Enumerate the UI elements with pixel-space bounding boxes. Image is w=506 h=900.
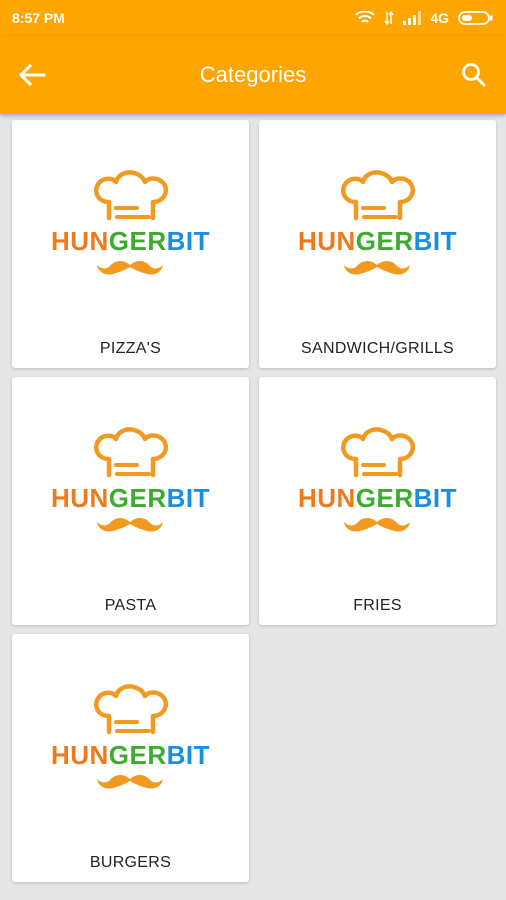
mustache-icon xyxy=(344,260,411,275)
category-label: PASTA xyxy=(104,597,157,614)
category-label: SANDWICH/GRILLS xyxy=(301,340,454,357)
chef-hat-icon xyxy=(94,427,169,478)
mustache-icon xyxy=(97,517,164,532)
category-grid: HUNGERBIT PIZZA'S HUNGERBIT SANDWICH/GRI… xyxy=(0,114,506,882)
mustache-icon xyxy=(344,517,411,532)
category-card-0[interactable]: HUNGERBIT PIZZA'S xyxy=(12,120,249,368)
search-button[interactable] xyxy=(458,59,490,91)
hungerbit-logo: HUNGERBIT xyxy=(298,427,457,535)
search-icon xyxy=(462,63,486,87)
hungerbit-logo: HUNGERBIT xyxy=(51,170,210,278)
status-bar: 8:57 PM 4G xyxy=(0,0,506,36)
app-bar: Categories xyxy=(0,36,506,114)
category-label: BURGERS xyxy=(89,854,172,871)
category-card-1[interactable]: HUNGERBIT SANDWICH/GRILLS xyxy=(259,120,496,368)
brand-wordmark: HUNGERBIT xyxy=(297,226,458,256)
mustache-icon xyxy=(97,260,164,275)
data-transfer-icon xyxy=(384,11,394,25)
chef-hat-icon xyxy=(94,170,169,221)
arrow-left-icon xyxy=(18,63,46,87)
brand-wordmark: HUNGERBIT xyxy=(297,483,458,513)
page-title: Categories xyxy=(199,62,307,87)
hungerbit-logo: HUNGERBIT xyxy=(51,427,210,535)
chef-hat-icon xyxy=(341,427,416,478)
chef-hat-icon xyxy=(341,170,416,221)
category-label: PIZZA'S xyxy=(99,340,162,357)
brand-wordmark: HUNGERBIT xyxy=(50,740,211,770)
category-card-2[interactable]: HUNGERBIT PASTA xyxy=(12,377,249,625)
category-card-4[interactable]: HUNGERBIT BURGERS xyxy=(12,634,249,882)
signal-icon xyxy=(403,11,422,25)
battery-icon xyxy=(458,11,493,25)
status-time: 8:57 PM xyxy=(12,10,65,26)
chef-hat-icon xyxy=(94,684,169,735)
category-label: FRIES xyxy=(353,597,402,614)
network-type: 4G xyxy=(430,10,449,26)
hungerbit-logo: HUNGERBIT xyxy=(298,170,457,278)
brand-wordmark: HUNGERBIT xyxy=(50,226,211,256)
wifi-icon xyxy=(355,11,376,23)
brand-wordmark: HUNGERBIT xyxy=(50,483,211,513)
category-card-3[interactable]: HUNGERBIT FRIES xyxy=(259,377,496,625)
status-icons: 4G xyxy=(355,10,494,26)
mustache-icon xyxy=(97,774,164,789)
back-button[interactable] xyxy=(16,59,48,91)
hungerbit-logo: HUNGERBIT xyxy=(51,684,210,792)
